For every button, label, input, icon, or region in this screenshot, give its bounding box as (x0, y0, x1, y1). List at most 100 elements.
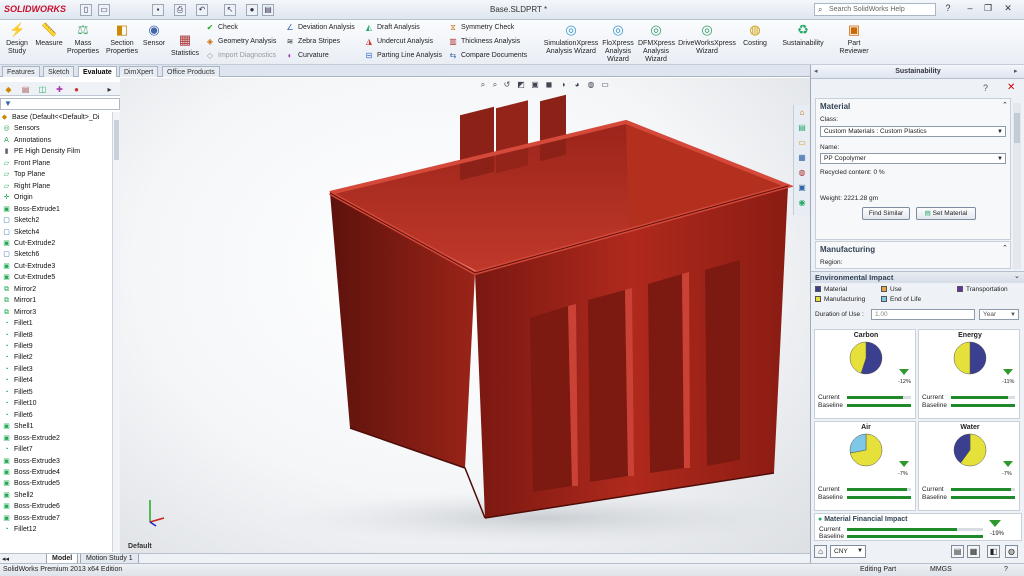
tree-item[interactable]: ◔ Fillet1 (2, 318, 32, 329)
tree-item[interactable]: ▣ Boss-Extrude3 (2, 456, 60, 467)
tab-dimxpert[interactable]: DimXpert (119, 66, 159, 77)
undo-icon[interactable]: ↶ (196, 4, 208, 16)
measure-button[interactable]: 📏 Measure (34, 22, 64, 48)
tree-item[interactable]: ◔ Fillet3 (2, 364, 32, 375)
tree-item[interactable]: ▣ Shell1 (2, 421, 33, 432)
tree-item[interactable]: ◔ Fillet8 (2, 330, 32, 341)
tree-item[interactable]: ▣ Boss-Extrude1 (2, 204, 60, 215)
tree-item[interactable]: ▣ Cut-Extrude2 (2, 238, 55, 249)
appearances-icon[interactable]: ◍ (796, 167, 808, 179)
tree-item[interactable]: ◔ Fillet12 (2, 524, 36, 535)
save-icon[interactable]: ▪ (152, 4, 164, 16)
tree-item[interactable]: ▣ Cut-Extrude5 (2, 272, 55, 283)
tree-item[interactable]: ▣ Shell2 (2, 490, 33, 501)
tree-item[interactable]: ▢ Sketch4 (2, 227, 39, 238)
design-library-icon[interactable]: ▤ (796, 122, 808, 134)
tree-item[interactable]: ▱ Right Plane (2, 181, 50, 192)
set-material-button[interactable]: ▤ Set Material (916, 207, 976, 220)
tree-item[interactable]: ▣ Boss-Extrude7 (2, 513, 60, 524)
part-reviewer-button[interactable]: ▣ Part Reviewer (834, 22, 874, 56)
dfmxpress-button[interactable]: ◎ DFMXpress Analysis Wizard (638, 22, 675, 64)
feature-manager-icon[interactable]: ◆ (3, 84, 14, 95)
home-icon[interactable]: ⌂ (814, 545, 827, 558)
draft-analysis-button[interactable]: ◭ Draft Analysis (364, 22, 420, 34)
statistics-button[interactable]: ▦ Statistics (168, 32, 202, 58)
thickness-analysis-button[interactable]: ▥ Thickness Analysis (448, 36, 520, 48)
name-select[interactable]: PP Copolymer ▼ (820, 153, 1006, 164)
tree-item[interactable]: A Annotations (2, 135, 51, 146)
duration-input[interactable]: 1.00 (871, 309, 975, 320)
collapse-manufacturing-icon[interactable]: ⌃ (1002, 244, 1008, 252)
tree-item[interactable]: ◔ Fillet2 (2, 352, 32, 363)
section-properties-button[interactable]: ◧ Section Properties (104, 22, 140, 56)
search-results-icon[interactable]: ▦ (796, 152, 808, 164)
globe-icon[interactable]: ◍ (1005, 545, 1018, 558)
tree-item[interactable]: ◔ Fillet10 (2, 398, 36, 409)
class-select[interactable]: Custom Materials : Custom Plastics ▼ (820, 126, 1006, 137)
display-manager-icon[interactable]: ● (71, 84, 82, 95)
minimize-button[interactable]: – (962, 3, 978, 16)
tree-item[interactable]: ◔ Fillet9 (2, 341, 32, 352)
tree-item[interactable]: ◔ Fillet6 (2, 410, 32, 421)
tree-item[interactable]: ▢ Sketch2 (2, 215, 39, 226)
impact-cell-energy[interactable]: Energy -11% Current Baseline (918, 329, 1020, 419)
tree-item[interactable]: ◔ Fillet4 (2, 375, 32, 386)
tree-item[interactable]: ▣ Boss-Extrude4 (2, 467, 60, 478)
undercut-analysis-button[interactable]: ◮ Undercut Analysis (364, 36, 433, 48)
custom-properties-icon[interactable]: ▣ (796, 182, 808, 194)
tree-item[interactable]: ▣ Boss-Extrude2 (2, 433, 60, 444)
currency-select[interactable]: CNY ▼ (830, 545, 866, 558)
sustainability-tab-icon[interactable]: ◉ (796, 197, 808, 209)
duration-unit-select[interactable]: Year ▼ (979, 309, 1019, 320)
parting-line-analysis-button[interactable]: ⊟ Parting Line Analysis (364, 50, 442, 62)
tree-item[interactable]: ▣ Cut-Extrude3 (2, 261, 55, 272)
design-study-button[interactable]: ⚡ Design Study (2, 22, 32, 56)
tree-item[interactable]: ▮ PE High Density Film (2, 146, 81, 157)
file-explorer-icon[interactable]: ▭ (796, 137, 808, 149)
report-icon[interactable]: ▤ (951, 545, 964, 558)
help-icon[interactable]: ? (940, 3, 956, 16)
back-icon[interactable]: ◂ (814, 67, 818, 75)
tab-office-products[interactable]: Office Products (162, 66, 220, 77)
new-doc-icon[interactable]: ▯ (80, 4, 92, 16)
curvature-button[interactable]: ◐ Curvature (285, 50, 329, 62)
sensor-button[interactable]: ◉ Sensor (140, 22, 168, 48)
tree-item[interactable]: ▢ Sketch6 (2, 249, 39, 260)
deviation-analysis-button[interactable]: ∠ Deviation Analysis (285, 22, 354, 34)
tree-item[interactable]: ◔ Fillet7 (2, 444, 32, 455)
tree-item[interactable]: ◎ Sensors (2, 123, 39, 134)
panel-help-icon[interactable]: ? (983, 83, 988, 93)
zebra-stripes-button[interactable]: ≋ Zebra Stripes (285, 36, 340, 48)
next-tab-icon[interactable]: ▸ (104, 84, 115, 95)
select-icon[interactable]: ↖ (224, 4, 236, 16)
impact-cell-water[interactable]: Water -7% Current Baseline (918, 421, 1020, 511)
tree-item[interactable]: ✛ Origin (2, 192, 33, 203)
tree-item[interactable]: ◔ Fillet5 (2, 387, 32, 398)
baseline-icon[interactable]: ▦ (967, 545, 980, 558)
tree-item[interactable]: ▱ Top Plane (2, 169, 45, 180)
tree-item[interactable]: ⧉ Mirror3 (2, 307, 36, 318)
tab-features[interactable]: Features (2, 66, 40, 77)
panel-scrollbar[interactable] (1013, 103, 1021, 269)
configuration-manager-icon[interactable]: ◫ (37, 84, 48, 95)
compare-documents-button[interactable]: ⇆ Compare Documents (448, 50, 528, 62)
simulationxpress-button[interactable]: ◎ SimulationXpress Analysis Wizard (542, 22, 600, 56)
tree-item[interactable]: ▱ Front Plane (2, 158, 50, 169)
driveworksxpress-button[interactable]: ◎ DriveWorksXpress Wizard (676, 22, 738, 56)
options-icon[interactable]: ▤ (262, 4, 274, 16)
resources-icon[interactable]: ⌂ (796, 107, 808, 119)
check-button[interactable]: ✔ Check (205, 22, 238, 34)
tree-root[interactable]: ◆ Base (Default<<Default>_Di (0, 112, 100, 123)
dimxpert-manager-icon[interactable]: ✚ (54, 84, 65, 95)
tree-item[interactable]: ▣ Boss-Extrude6 (2, 501, 60, 512)
impact-cell-air[interactable]: Air -7% Current Baseline (814, 421, 916, 511)
tab-evaluate[interactable]: Evaluate (78, 66, 117, 77)
restore-button[interactable]: ❐ (980, 3, 996, 16)
close-button[interactable]: ✕ (1000, 3, 1016, 16)
impact-cell-carbon[interactable]: Carbon -12% Current Baseline (814, 329, 916, 419)
find-similar-button[interactable]: Find Similar (862, 207, 910, 220)
import-diagnostics-button[interactable]: ◇ Import Diagnostics (205, 50, 276, 62)
geometry-analysis-button[interactable]: ◈ Geometry Analysis (205, 36, 276, 48)
mass-properties-button[interactable]: ⚖ Mass Properties (66, 22, 100, 56)
scroll-left-icon[interactable]: ◂◂ (2, 555, 9, 563)
